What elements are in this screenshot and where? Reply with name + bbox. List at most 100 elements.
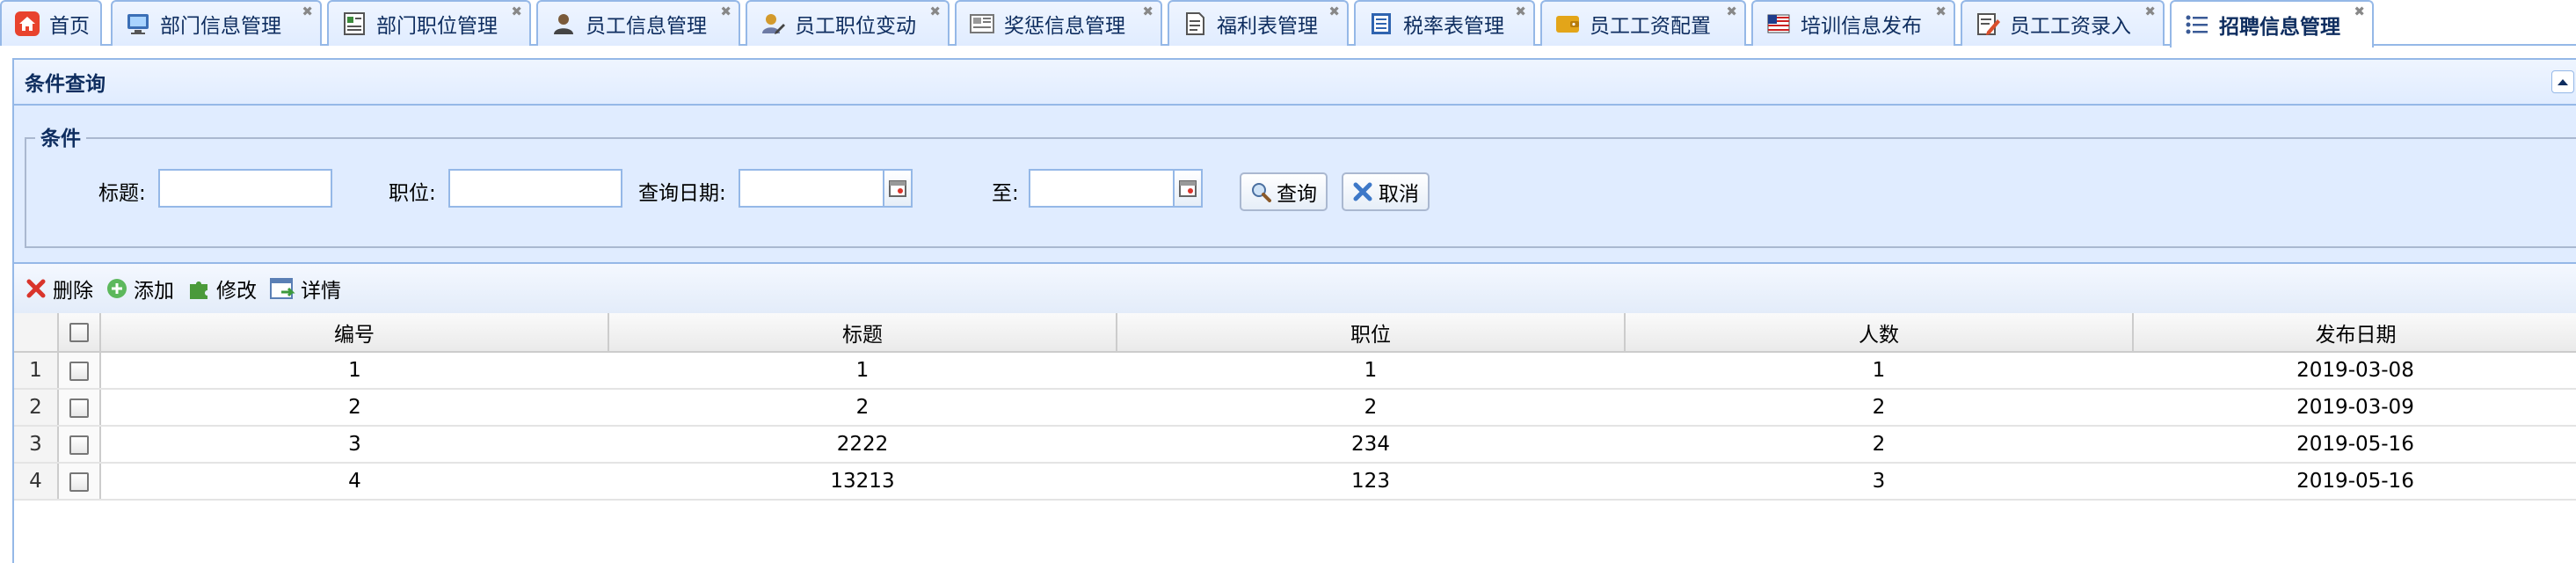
- document-icon: [1182, 11, 1208, 37]
- detail-label: 详情: [301, 280, 341, 303]
- detail-button[interactable]: 详情: [269, 274, 341, 303]
- tab-reward-info[interactable]: 奖惩信息管理 ✖: [955, 0, 1162, 46]
- wallet-icon: [1554, 11, 1581, 37]
- users-edit-icon: [760, 11, 786, 37]
- cell-id: 4: [100, 463, 608, 501]
- column-header-id[interactable]: 编号: [100, 313, 609, 353]
- date-to-input[interactable]: [1029, 169, 1175, 208]
- sheet-icon: [1368, 11, 1394, 37]
- close-icon[interactable]: ✖: [1328, 5, 1340, 18]
- tab-label: 员工工资配置: [1590, 15, 1711, 38]
- tab-home[interactable]: 首页: [0, 0, 102, 46]
- add-label: 添加: [134, 280, 174, 303]
- collapse-icon[interactable]: [2551, 70, 2574, 93]
- row-number: 1: [14, 352, 59, 390]
- list-icon: [2184, 11, 2210, 38]
- tab-label: 招聘信息管理: [2219, 16, 2340, 39]
- select-all-checkbox[interactable]: [58, 313, 101, 353]
- tab-recruitment-info[interactable]: 招聘信息管理 ✖: [2170, 0, 2374, 48]
- search-icon: [1250, 181, 1271, 202]
- cell-count: 2: [1625, 389, 2133, 427]
- tab-welfare[interactable]: 福利表管理 ✖: [1168, 0, 1349, 46]
- close-icon[interactable]: ✖: [929, 5, 941, 18]
- table-header-row: 编号 标题 职位 人数 发布日期: [14, 313, 2576, 353]
- cell-id: 2: [100, 389, 608, 427]
- close-icon[interactable]: ✖: [511, 5, 522, 18]
- close-icon[interactable]: ✖: [1726, 5, 1737, 18]
- close-icon[interactable]: ✖: [1935, 5, 1947, 18]
- cell-title: 2222: [608, 426, 1117, 464]
- tab-label: 培训信息发布: [1801, 15, 1922, 38]
- row-checkbox[interactable]: [58, 352, 101, 390]
- rownum-header: [14, 313, 59, 353]
- close-icon[interactable]: ✖: [2354, 5, 2365, 18]
- cell-count: 3: [1625, 463, 2133, 501]
- delete-label: 删除: [53, 280, 93, 303]
- tab-department-info[interactable]: 部门信息管理 ✖: [111, 0, 322, 46]
- delete-button[interactable]: 删除: [25, 274, 93, 303]
- cell-title: 13213: [608, 463, 1117, 501]
- row-number: 4: [14, 463, 59, 501]
- table-row[interactable]: 1 1 1 1 1 2019-03-08: [14, 352, 2576, 390]
- row-checkbox[interactable]: [58, 426, 101, 464]
- cell-title: 1: [608, 352, 1117, 390]
- tab-label: 首页: [49, 15, 90, 38]
- table-row[interactable]: 3 3 2222 234 2 2019-05-16: [14, 426, 2576, 464]
- row-checkbox[interactable]: [58, 389, 101, 427]
- tab-training-publish[interactable]: 培训信息发布 ✖: [1751, 0, 1955, 46]
- delete-icon: [25, 277, 47, 300]
- add-icon: [106, 277, 128, 300]
- row-checkbox[interactable]: [58, 463, 101, 501]
- edit-icon: [1975, 11, 2001, 37]
- table-row[interactable]: 2 2 2 2 2 2019-03-09: [14, 389, 2576, 427]
- tab-employee-position-change[interactable]: 员工职位变动 ✖: [746, 0, 950, 46]
- tab-employee-info[interactable]: 员工信息管理 ✖: [536, 0, 740, 46]
- tab-bar: 首页 部门信息管理 ✖ 部门职位管理 ✖ 员工信息管理 ✖ 员工职位变动 ✖ 奖…: [0, 0, 2576, 48]
- cell-id: 1: [100, 352, 608, 390]
- tab-label: 部门职位管理: [376, 15, 498, 38]
- close-icon[interactable]: ✖: [302, 5, 313, 18]
- panel-header: 条件查询: [14, 60, 2576, 106]
- cell-count: 1: [1625, 352, 2133, 390]
- tab-label: 税率表管理: [1403, 15, 1504, 38]
- date-from-input[interactable]: [739, 169, 884, 208]
- cell-position: 2: [1117, 389, 1625, 427]
- tab-label: 部门信息管理: [160, 15, 281, 38]
- tab-label: 奖惩信息管理: [1004, 15, 1125, 38]
- cancel-icon: [1352, 181, 1373, 202]
- edit-button[interactable]: 修改: [186, 274, 257, 303]
- tab-salary-entry[interactable]: 员工工资录入 ✖: [1961, 0, 2165, 46]
- tab-department-position[interactable]: 部门职位管理 ✖: [327, 0, 531, 46]
- title-input[interactable]: [158, 169, 332, 208]
- tab-salary-config[interactable]: 员工工资配置 ✖: [1540, 0, 1746, 46]
- column-header-position[interactable]: 职位: [1117, 313, 1626, 353]
- cell-position: 234: [1117, 426, 1625, 464]
- close-icon[interactable]: ✖: [1142, 5, 1153, 18]
- cancel-button[interactable]: 取消: [1342, 172, 1430, 211]
- column-header-title[interactable]: 标题: [608, 313, 1117, 353]
- cell-id: 3: [100, 426, 608, 464]
- position-input[interactable]: [448, 169, 622, 208]
- add-button[interactable]: 添加: [106, 274, 174, 303]
- calendar-icon[interactable]: [883, 169, 913, 208]
- cell-title: 2: [608, 389, 1117, 427]
- calendar-icon[interactable]: [1173, 169, 1203, 208]
- close-icon[interactable]: ✖: [2144, 5, 2156, 18]
- monitor-icon: [125, 11, 151, 37]
- detail-icon: [269, 276, 295, 301]
- tab-tax-rate[interactable]: 税率表管理 ✖: [1354, 0, 1535, 46]
- grid-toolbar: 删除 添加 修改 详情: [12, 264, 2576, 313]
- close-icon[interactable]: ✖: [720, 5, 731, 18]
- cell-date: 2019-05-16: [2133, 463, 2576, 501]
- recruitment-grid: 编号 标题 职位 人数 发布日期 1 1 1 1 1 2019-03-08 2 …: [12, 313, 2576, 563]
- data-table: 编号 标题 职位 人数 发布日期 1 1 1 1 1 2019-03-08 2 …: [14, 313, 2576, 501]
- edit-label: 修改: [216, 280, 257, 303]
- close-icon[interactable]: ✖: [1515, 5, 1526, 18]
- cell-count: 2: [1625, 426, 2133, 464]
- column-header-count[interactable]: 人数: [1625, 313, 2134, 353]
- cell-position: 123: [1117, 463, 1625, 501]
- column-header-publish-date[interactable]: 发布日期: [2133, 313, 2576, 353]
- query-button[interactable]: 查询: [1240, 172, 1328, 211]
- tab-label: 员工工资录入: [2010, 15, 2131, 38]
- table-row[interactable]: 4 4 13213 123 3 2019-05-16: [14, 463, 2576, 501]
